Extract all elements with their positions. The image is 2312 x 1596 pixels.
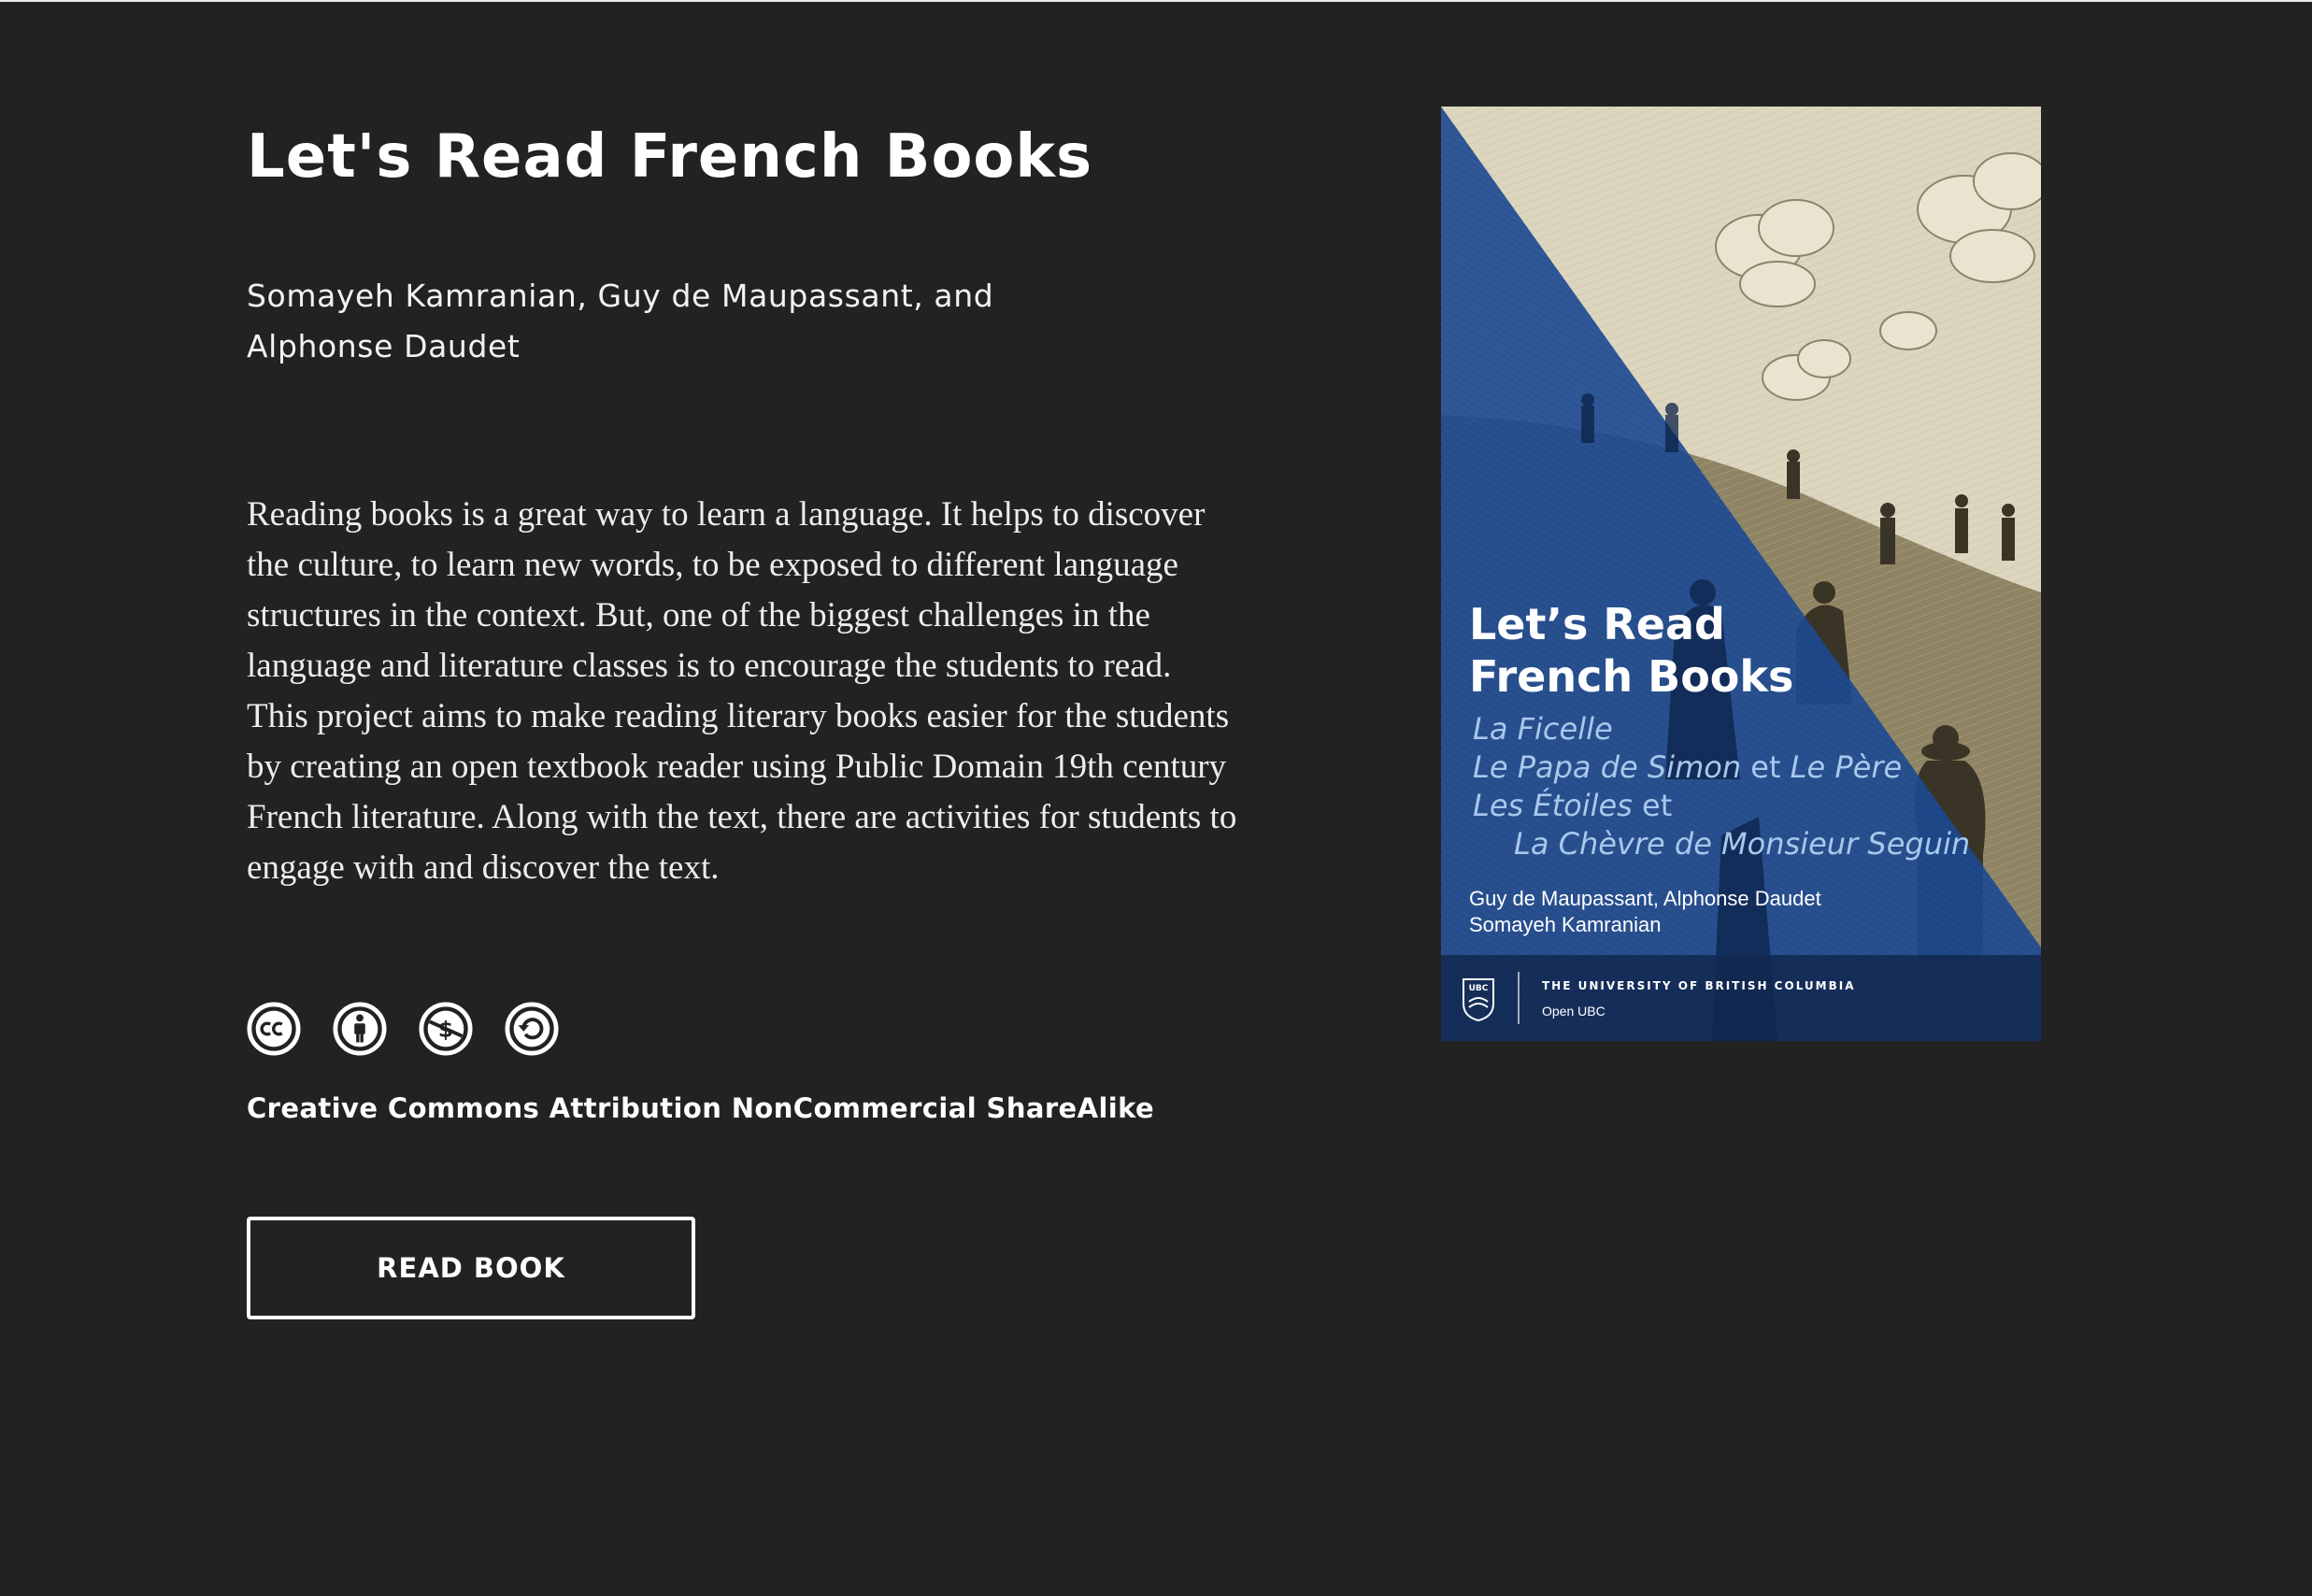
imprint-name: Open UBC (1542, 1004, 1606, 1019)
license-label: Creative Commons Attribution NonCommerci… (247, 1092, 1155, 1124)
book-info: Let's Read French Books Somayeh Kamrania… (247, 112, 1237, 1319)
top-border (0, 0, 2312, 2)
cover-authors: Guy de Maupassant, Alphonse Daudet Somay… (1469, 886, 2030, 938)
cover-footer: UBC THE UNIVERSITY OF BRITISH COLUMBIA O… (1441, 955, 2041, 1041)
cover-story-2a: Le Papa de Simon (1473, 749, 1742, 785)
cover-story-2: Le Papa de Simon et Le Père (1473, 748, 2034, 787)
cover-story-3a: Les Étoiles (1473, 788, 1633, 823)
sharealike-icon (505, 1002, 559, 1056)
cover-title-line-1: Let’s Read (1469, 599, 1725, 649)
attribution-icon (333, 1002, 387, 1056)
book-cover[interactable]: Let’s Read French Books La Ficelle Le Pa… (1441, 107, 2041, 1041)
license-icons: $ (247, 1002, 559, 1056)
cover-title-line-2: French Books (1469, 651, 1794, 702)
cc-icon (247, 1002, 301, 1056)
read-book-button[interactable]: READ BOOK (247, 1217, 695, 1319)
cover-story-3: Les Étoiles et (1473, 787, 2034, 825)
cover-story-list: La Ficelle Le Papa de Simon et Le Père L… (1473, 710, 2034, 863)
ubc-crest-icon: UBC (1463, 978, 1494, 1022)
cover-story-2-et: et (1741, 749, 1791, 785)
cover-authors-line-2: Somayeh Kamranian (1469, 913, 1662, 936)
book-authors: Somayeh Kamranian, Guy de Maupassant, an… (247, 278, 994, 364)
cover-story-1: La Ficelle (1473, 711, 1613, 747)
university-name: THE UNIVERSITY OF BRITISH COLUMBIA (1542, 979, 1856, 992)
book-description: Reading books is a great way to learn a … (247, 495, 1237, 887)
cover-story-3-et: et (1632, 788, 1673, 823)
book-title: Let's Read French Books (247, 122, 1093, 192)
cover-story-2c: Le Père (1790, 749, 1903, 785)
noncommercial-icon: $ (419, 1002, 473, 1056)
cover-title: Let’s Read French Books (1469, 598, 2030, 703)
ubc-logo-text: UBC (1469, 984, 1489, 993)
footer-divider (1518, 972, 1520, 1024)
cover-authors-line-1: Guy de Maupassant, Alphonse Daudet (1469, 887, 1821, 910)
cover-story-4: La Chèvre de Monsieur Seguin (1514, 826, 1971, 862)
